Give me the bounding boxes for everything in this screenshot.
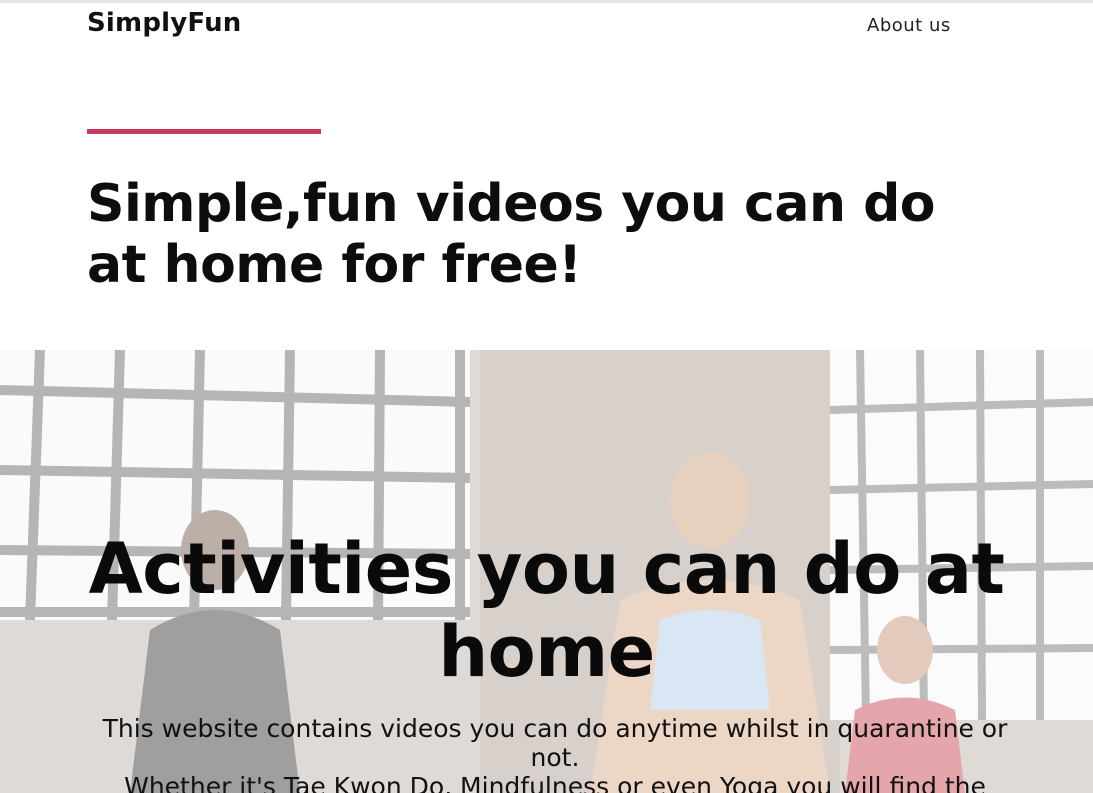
nav-link-about-us[interactable]: About us xyxy=(867,15,951,36)
hero-description-line: This website contains videos you can do … xyxy=(102,714,1008,772)
hero-section: Activities you can do at home This websi… xyxy=(0,350,1093,793)
page-headline: Simple,fun videos you can do at home for… xyxy=(87,174,936,295)
accent-divider xyxy=(87,129,321,134)
hero-title: Activities you can do at home xyxy=(88,528,1005,693)
brand-logo[interactable]: SimplyFun xyxy=(87,8,242,38)
hero-description: This website contains videos you can do … xyxy=(80,714,1030,793)
hero-description-line: Whether it's Tae Kwon Do, Mindfulness or… xyxy=(124,772,986,793)
navbar: SimplyFun About us xyxy=(0,3,1093,47)
